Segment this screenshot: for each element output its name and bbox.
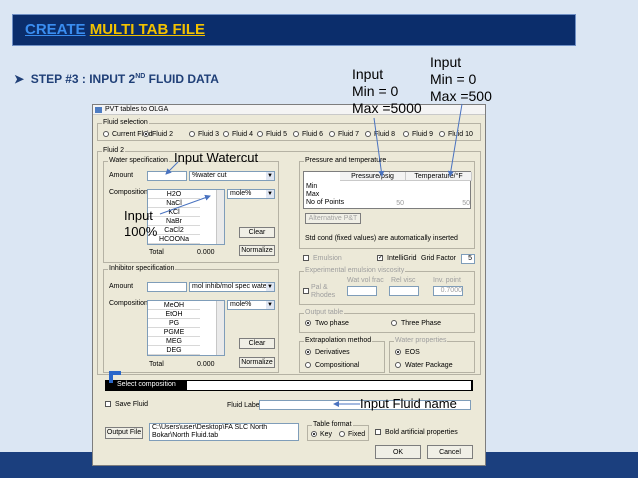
arrow-watercut — [165, 161, 179, 175]
arrow-pressure — [373, 117, 385, 177]
arrow-100 — [159, 194, 211, 215]
arrow-temperature — [447, 103, 463, 177]
annotation-arrows — [159, 103, 463, 407]
